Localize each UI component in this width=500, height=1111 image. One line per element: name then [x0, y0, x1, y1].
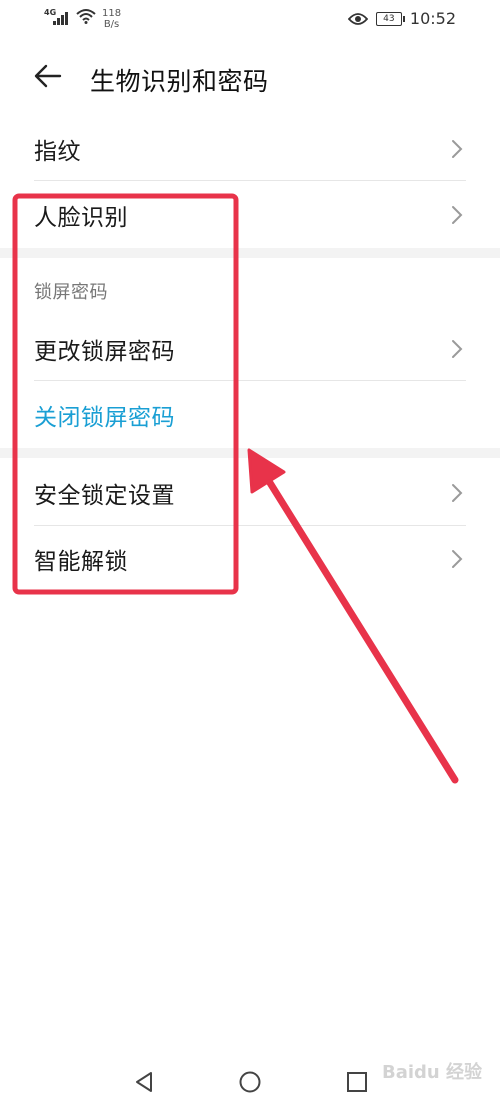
divider	[34, 380, 466, 381]
nav-home-button[interactable]	[238, 1070, 262, 1094]
list-item-face-recognition[interactable]: 人脸识别	[34, 186, 466, 244]
list-item-change-lock-password[interactable]: 更改锁屏密码	[34, 320, 466, 378]
chevron-right-icon	[452, 550, 463, 568]
list-item-smart-unlock[interactable]: 智能解锁	[34, 530, 466, 588]
wifi-icon	[76, 9, 96, 24]
baidu-watermark: Baidu 经验	[381, 1062, 482, 1083]
list-item-label: 智能解锁	[34, 549, 128, 575]
list-item-label: 指纹	[34, 139, 81, 165]
divider	[34, 525, 466, 526]
section-header-lock-password: 锁屏密码	[34, 282, 108, 303]
eye-icon	[347, 12, 368, 25]
nav-back-button[interactable]	[132, 1070, 156, 1094]
chevron-right-icon	[452, 340, 463, 358]
section-divider	[0, 248, 500, 258]
clock: 10:52	[409, 9, 456, 28]
list-item-label: 更改锁屏密码	[34, 339, 175, 365]
chevron-right-icon	[452, 140, 463, 158]
battery-icon: 43	[375, 11, 405, 26]
list-item-label: 人脸识别	[34, 205, 128, 231]
divider	[34, 180, 466, 181]
back-button[interactable]	[30, 58, 66, 94]
list-item-label: 安全锁定设置	[34, 483, 175, 509]
arrow-left-icon	[34, 64, 62, 88]
chevron-right-icon	[452, 484, 463, 502]
status-bar: 4G 118 B/s 43 10:52	[0, 0, 500, 38]
net-speed: 118 B/s	[102, 8, 121, 30]
net-speed-value: 118	[102, 8, 122, 19]
battery-level: 43	[383, 13, 395, 24]
net-speed-unit: B/s	[103, 19, 120, 30]
section-divider	[0, 448, 500, 458]
list-item-security-lock-settings[interactable]: 安全锁定设置	[34, 464, 466, 522]
page-title: 生物识别和密码	[90, 67, 269, 96]
app-header: 生物识别和密码	[0, 48, 500, 104]
signal-icon: 4G	[44, 8, 70, 26]
list-item-label: 关闭锁屏密码	[34, 405, 175, 431]
chevron-right-icon	[452, 206, 463, 224]
list-item-fingerprint[interactable]: 指纹	[34, 120, 466, 178]
list-item-disable-lock-password[interactable]: 关闭锁屏密码	[34, 386, 466, 444]
nav-recents-button[interactable]	[345, 1070, 369, 1094]
